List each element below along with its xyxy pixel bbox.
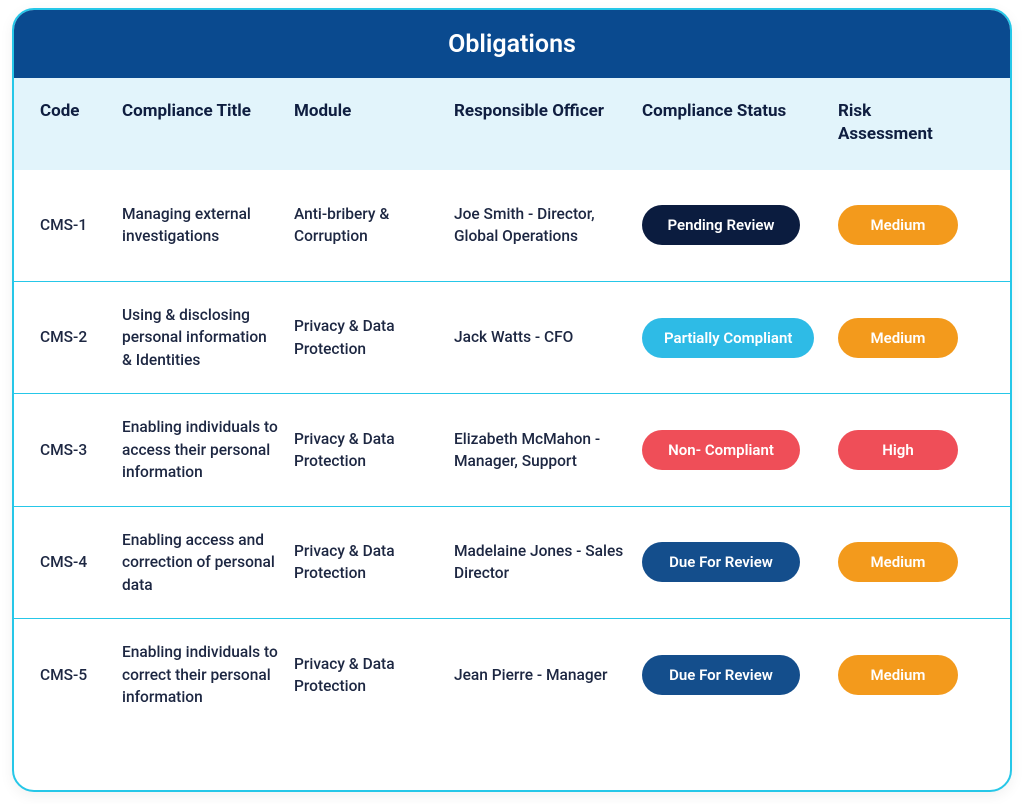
cell-module: Anti-bribery & Corruption — [294, 203, 440, 248]
cell-officer: Elizabeth McMahon - Manager, Support — [454, 428, 628, 473]
table-row[interactable]: CMS-4 Enabling access and correction of … — [14, 507, 1010, 619]
risk-badge: Medium — [838, 542, 958, 582]
cell-compliance-title: Managing external investigations — [122, 203, 280, 248]
cell-officer: Jean Pierre - Manager — [454, 664, 628, 686]
cell-compliance-title: Enabling access and correction of person… — [122, 529, 280, 596]
col-header-officer: Responsible Officer — [454, 100, 628, 123]
col-header-status: Compliance Status — [642, 100, 824, 123]
table-row[interactable]: CMS-1 Managing external investigations A… — [14, 170, 1010, 282]
cell-code: CMS-5 — [40, 664, 108, 686]
status-badge: Due For Review — [642, 542, 800, 582]
cell-compliance-title: Enabling individuals to access their per… — [122, 416, 280, 483]
col-header-module: Module — [294, 100, 440, 123]
table-body: CMS-1 Managing external investigations A… — [14, 170, 1010, 731]
table-row[interactable]: CMS-5 Enabling individuals to correct th… — [14, 619, 1010, 731]
cell-module: Privacy & Data Protection — [294, 653, 440, 698]
col-header-compliance-title: Compliance Title — [122, 100, 280, 123]
cell-module: Privacy & Data Protection — [294, 315, 440, 360]
status-badge: Pending Review — [642, 205, 800, 245]
risk-badge: High — [838, 430, 958, 470]
risk-badge: Medium — [838, 318, 958, 358]
cell-compliance-title: Enabling individuals to correct their pe… — [122, 641, 280, 708]
cell-officer: Jack Watts - CFO — [454, 326, 628, 348]
status-badge: Partially Compliant — [642, 318, 814, 358]
table-row[interactable]: CMS-3 Enabling individuals to access the… — [14, 394, 1010, 506]
table-header: Code Compliance Title Module Responsible… — [14, 78, 1010, 170]
cell-code: CMS-1 — [40, 214, 108, 236]
cell-compliance-title: Using & disclosing personal information … — [122, 304, 280, 371]
risk-badge: Medium — [838, 205, 958, 245]
cell-module: Privacy & Data Protection — [294, 428, 440, 473]
cell-officer: Madelaine Jones - Sales Director — [454, 540, 628, 585]
col-header-risk: Risk Assessment — [838, 100, 970, 146]
obligations-card: Obligations Code Compliance Title Module… — [12, 8, 1012, 792]
cell-module: Privacy & Data Protection — [294, 540, 440, 585]
col-header-code: Code — [40, 100, 108, 123]
cell-code: CMS-2 — [40, 326, 108, 348]
risk-badge: Medium — [838, 655, 958, 695]
card-title: Obligations — [448, 30, 576, 59]
table-row[interactable]: CMS-2 Using & disclosing personal inform… — [14, 282, 1010, 394]
status-badge: Due For Review — [642, 655, 800, 695]
cell-code: CMS-4 — [40, 551, 108, 573]
status-badge: Non- Compliant — [642, 430, 800, 470]
card-title-bar: Obligations — [14, 10, 1010, 78]
cell-officer: Joe Smith - Director, Global Operations — [454, 203, 628, 248]
cell-code: CMS-3 — [40, 439, 108, 461]
